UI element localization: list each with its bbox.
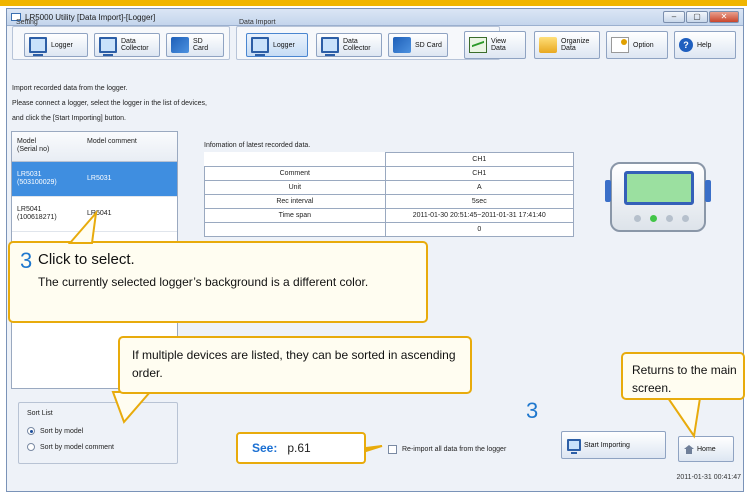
see-label: See: [252, 441, 278, 455]
step-number-start: 3 [526, 398, 539, 423]
see-reference-box: See: p.61 [236, 432, 366, 464]
callout-body: If multiple devices are listed, they can… [132, 348, 456, 380]
sort-callout: If multiple devices are listed, they can… [118, 336, 472, 394]
see-callout-tail [365, 445, 383, 453]
callout-body: Returns to the main screen. [632, 363, 737, 395]
select-callout-tail [67, 209, 98, 244]
see-page[interactable]: p.61 [287, 441, 310, 455]
sort-callout-tail [111, 391, 153, 424]
callout-tails [67, 209, 702, 453]
home-callout: Returns to the main screen. [621, 352, 745, 400]
home-callout-tail [666, 397, 702, 439]
